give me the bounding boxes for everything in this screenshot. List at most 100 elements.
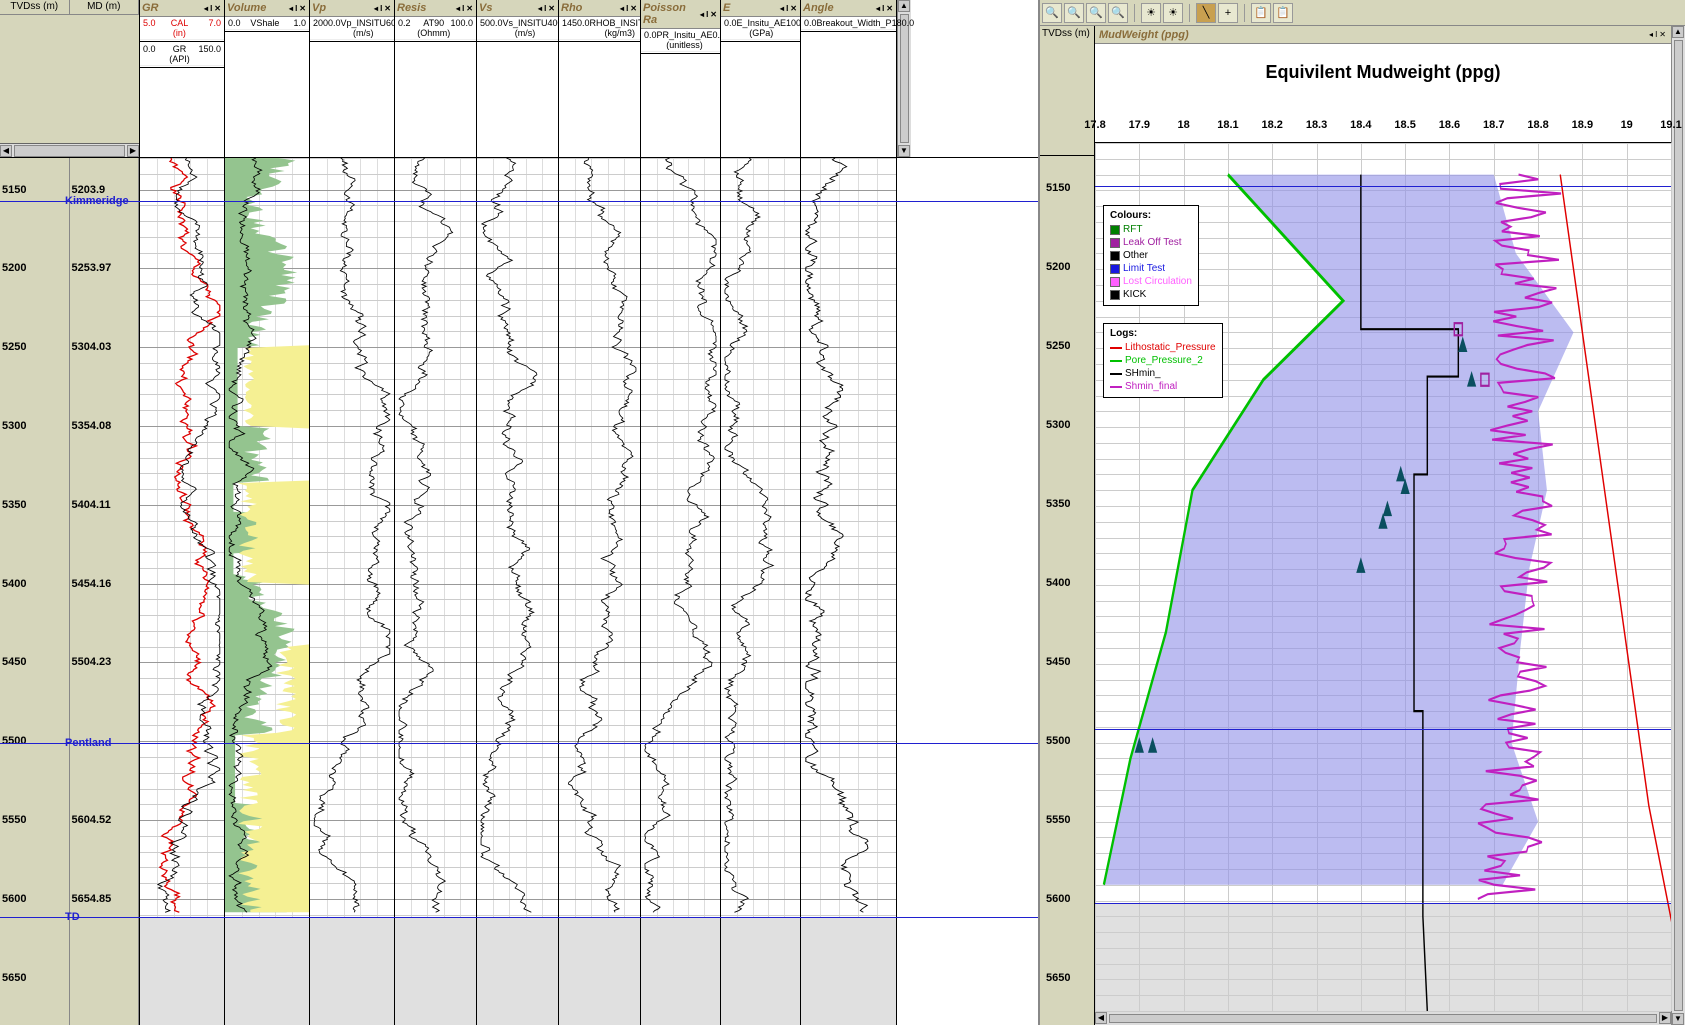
track-title: Resis◂I✕	[395, 0, 476, 17]
zoom-out-icon[interactable]: 🔍	[1064, 3, 1084, 23]
zoom-fit-icon[interactable]: 🔍	[1086, 3, 1106, 23]
track-title-text: Resis	[397, 2, 426, 14]
track-close-icon[interactable]: ✕	[213, 4, 222, 13]
chart-close-icon[interactable]: ✕	[1658, 30, 1667, 39]
tvdss-tick: 5250	[2, 341, 26, 353]
track-close-icon[interactable]: ✕	[383, 4, 392, 13]
log-vscroll-thumb[interactable]	[900, 14, 909, 143]
curve-min: 5.0	[143, 18, 171, 38]
curve-row: 0.0Breakout_Width_P180.0	[801, 17, 896, 30]
xaxis-tick: 18.9	[1572, 119, 1593, 131]
chart-formation-line-kimmeridge	[1095, 186, 1671, 187]
chart-formation-line-td	[1095, 903, 1671, 904]
add-marker-icon[interactable]: +	[1218, 3, 1238, 23]
legend-colour-item: KICK	[1110, 288, 1192, 301]
track-body-angle	[801, 158, 897, 1025]
chart-scroll-up-icon[interactable]: ▲	[1672, 26, 1684, 38]
legend-colours-title: Colours:	[1110, 210, 1192, 221]
track-close-icon[interactable]: ✕	[465, 4, 474, 13]
formation-line-kimmeridge	[0, 201, 1038, 202]
paste-icon[interactable]: 📋	[1273, 3, 1293, 23]
curve-min: 500.0	[480, 18, 503, 38]
track-header-resis: Resis◂I✕0.2AT90 (Ohmm)100.0	[395, 0, 477, 157]
chart-hscroll-thumb[interactable]	[1109, 1014, 1657, 1023]
legend-label: Other	[1123, 250, 1148, 261]
curve-min: 0.0	[724, 18, 737, 38]
track-body-vp	[310, 158, 395, 1025]
log-scroll-down-icon[interactable]: ▼	[898, 145, 910, 157]
curve-label: GR (API)	[169, 44, 190, 64]
chart-plot[interactable]: Colours: RFT Leak Off Test OtherLimit Test…	[1095, 143, 1671, 1011]
track-body-poisson ra	[641, 158, 721, 1025]
right-depth-tick: 5650	[1046, 972, 1070, 984]
md-tick: 5404.11	[72, 499, 111, 511]
track-close-icon[interactable]: ✕	[547, 4, 556, 13]
zoom-in-icon[interactable]: 🔍	[1042, 3, 1062, 23]
layer-toggle-2-icon[interactable]: ☀	[1163, 3, 1183, 23]
track-close-icon[interactable]: ✕	[789, 4, 798, 13]
legend-log-item: Lithostatic_Pressure	[1110, 341, 1216, 354]
curve-min: 2000.0	[313, 18, 341, 38]
track-title-text: Vp	[312, 2, 326, 14]
xaxis-tick: 18.1	[1217, 119, 1238, 131]
curve-min: 0.0	[228, 18, 250, 28]
legend-label: Leak Off Test	[1123, 237, 1182, 248]
track-header-rho: Rho◂I✕1450.0RHOB_INSITU (kg/m3)2950.0	[559, 0, 641, 157]
right-depth-tick: 5150	[1046, 182, 1070, 194]
legend-label: Shmin_final	[1125, 381, 1177, 392]
legend-logs-title: Logs:	[1110, 328, 1216, 339]
tvdss-tick: 5450	[2, 656, 26, 668]
chart-scroll-left-icon[interactable]: ◀	[1095, 1012, 1107, 1024]
xaxis-tick: 18.4	[1350, 119, 1371, 131]
log-scroll-up-icon[interactable]: ▲	[898, 0, 910, 12]
track-title: Angle◂I✕	[801, 0, 896, 17]
legend-colours: Colours: RFT Leak Off Test OtherLimit Test…	[1103, 205, 1199, 306]
legend-log-item: SHmin_	[1110, 367, 1216, 380]
legend-label: SHmin_	[1125, 368, 1161, 379]
track-close-icon[interactable]: ✕	[298, 4, 307, 13]
legend-colour-item: Limit Test	[1110, 262, 1192, 275]
right-depth-tick: 5500	[1046, 735, 1070, 747]
chart-scroll-down-icon[interactable]: ▼	[1672, 1013, 1684, 1025]
legend-line-swatch	[1110, 386, 1122, 388]
track-body-resis	[395, 158, 477, 1025]
curve-label: E_Insitu_AE (GPa)	[737, 18, 787, 38]
chart-vscroll-thumb[interactable]	[1674, 40, 1683, 1011]
rft-point	[1467, 371, 1476, 387]
rft-point	[1396, 466, 1405, 482]
xaxis-tick: 18.5	[1394, 119, 1415, 131]
layer-toggle-1-icon[interactable]: ☀	[1141, 3, 1161, 23]
track-title: Vs◂I✕	[477, 0, 558, 17]
curve-row: 0.0E_Insitu_AE (GPa)100.0	[721, 17, 800, 40]
track-body-rho	[559, 158, 641, 1025]
chart-vscroll[interactable]: ▲ ▼	[1671, 26, 1685, 1025]
tvdss-tick: 5400	[2, 578, 26, 590]
legend-colour-item: Leak Off Test	[1110, 236, 1192, 249]
zoom-reset-icon[interactable]: 🔍	[1108, 3, 1128, 23]
track-title: GR◂I✕	[140, 0, 224, 17]
curve-row: 0.2AT90 (Ohmm)100.0	[395, 17, 476, 40]
series-Lithostatic_Pressure	[1560, 175, 1671, 964]
chart-scroll-right-icon[interactable]: ▶	[1659, 1012, 1671, 1024]
scroll-right-icon[interactable]: ▶	[127, 145, 139, 157]
legend-label: RFT	[1123, 224, 1142, 235]
legend-log-item: Shmin_final	[1110, 380, 1216, 393]
scroll-left-icon[interactable]: ◀	[0, 145, 12, 157]
curve-max: 1.0	[279, 18, 306, 28]
md-header-label: MD (m)	[70, 0, 140, 14]
formation-label-kimmeridge: Kimmeridge	[65, 195, 129, 207]
chart-subheader: MudWeight (ppg) ◂ I ✕	[1095, 26, 1671, 44]
legend-label: Lithostatic_Pressure	[1125, 342, 1216, 353]
track-close-icon[interactable]: ✕	[885, 4, 894, 13]
chart-hscroll[interactable]: ◀ ▶	[1095, 1011, 1671, 1025]
track-header-gr: GR◂I✕5.0CAL (in)7.00.0GR (API)150.0	[140, 0, 225, 157]
chart-depth-header: TVDss (m)	[1040, 26, 1094, 156]
scroll-thumb[interactable]	[14, 145, 125, 157]
copy-icon[interactable]: 📋	[1251, 3, 1271, 23]
crosshair-icon[interactable]: ╲	[1196, 3, 1216, 23]
track-close-icon[interactable]: ✕	[709, 10, 718, 19]
depth-hscroll[interactable]: ◀ ▶	[0, 143, 139, 157]
track-title-text: Vs	[479, 2, 492, 14]
track-close-icon[interactable]: ✕	[629, 4, 638, 13]
xaxis-tick: 18.6	[1439, 119, 1460, 131]
